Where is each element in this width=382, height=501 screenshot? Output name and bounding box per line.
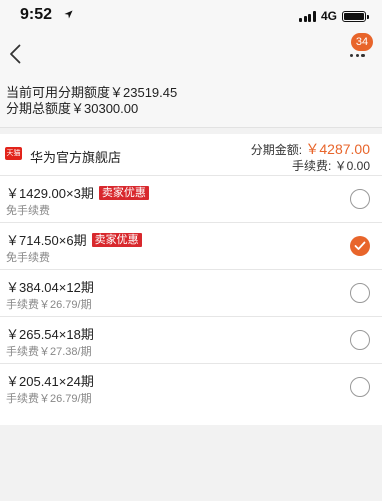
store-section: 天猫 华为官方旗舰店 分期金额: ￥4287.00 手续费: ￥0.00 ￥14… bbox=[0, 134, 382, 425]
fee-summary: 手续费: ￥0.00 bbox=[291, 159, 370, 173]
more-button[interactable] bbox=[346, 50, 374, 70]
installment-amount-value: ￥4287.00 bbox=[305, 141, 370, 157]
plan-fee: 手续费￥26.79/期 bbox=[6, 299, 92, 311]
checkmark-icon bbox=[354, 241, 366, 250]
plan-fee: 免手续费 bbox=[6, 252, 50, 264]
plan-option-3[interactable]: ￥1429.00×3期 卖家优惠 免手续费 bbox=[0, 176, 382, 223]
radio-button-selected[interactable] bbox=[350, 236, 370, 256]
tmall-logo-icon: 天猫 bbox=[5, 147, 22, 160]
available-quota: 当前可用分期额度￥23519.45 bbox=[6, 85, 178, 100]
radio-button[interactable] bbox=[350, 189, 370, 209]
radio-button[interactable] bbox=[350, 330, 370, 350]
plan-fee: 手续费￥26.79/期 bbox=[6, 393, 92, 405]
chevron-left-icon bbox=[10, 44, 21, 64]
plan-fee: 免手续费 bbox=[6, 205, 50, 217]
plan-option-12[interactable]: ￥384.04×12期 手续费￥26.79/期 bbox=[0, 270, 382, 317]
installment-amount: 分期金额: ￥4287.00 bbox=[251, 139, 370, 159]
plan-amount: ￥714.50×6期 bbox=[6, 233, 87, 248]
back-button[interactable] bbox=[4, 40, 26, 68]
plan-amount: ￥205.41×24期 bbox=[6, 374, 94, 389]
promo-tag: 卖家优惠 bbox=[91, 232, 142, 247]
plan-amount: ￥265.54×18期 bbox=[6, 327, 94, 342]
plan-option-24[interactable]: ￥205.41×24期 手续费￥26.79/期 bbox=[0, 364, 382, 411]
plan-option-6[interactable]: ￥714.50×6期 卖家优惠 免手续费 bbox=[0, 223, 382, 270]
plan-fee: 手续费￥27.38/期 bbox=[6, 346, 92, 358]
status-bar: 9:52 4G bbox=[0, 0, 382, 30]
installment-amount-label: 分期金额: bbox=[250, 143, 306, 157]
plan-amount: ￥384.04×12期 bbox=[6, 280, 94, 295]
plan-option-18[interactable]: ￥265.54×18期 手续费￥27.38/期 bbox=[0, 317, 382, 364]
radio-button[interactable] bbox=[350, 283, 370, 303]
plan-amount: ￥1429.00×3期 bbox=[6, 186, 94, 201]
store-header: 天猫 华为官方旗舰店 分期金额: ￥4287.00 手续费: ￥0.00 bbox=[0, 134, 382, 176]
store-name: 华为官方旗舰店 bbox=[30, 150, 122, 165]
message-badge: 34 bbox=[351, 33, 373, 51]
signal-icon bbox=[299, 11, 316, 22]
location-arrow-icon bbox=[64, 10, 73, 19]
status-time: 9:52 bbox=[20, 6, 53, 23]
nav-bar bbox=[0, 30, 382, 78]
network-type: 4G bbox=[320, 9, 337, 23]
total-quota: 分期总额度￥30300.00 bbox=[6, 101, 139, 116]
battery-icon bbox=[342, 10, 369, 22]
quota-info: 当前可用分期额度￥23519.45 分期总额度￥30300.00 bbox=[0, 78, 382, 128]
more-dots-icon bbox=[350, 54, 365, 58]
promo-tag: 卖家优惠 bbox=[98, 185, 149, 200]
section-spacer bbox=[0, 411, 382, 425]
radio-button[interactable] bbox=[350, 377, 370, 397]
